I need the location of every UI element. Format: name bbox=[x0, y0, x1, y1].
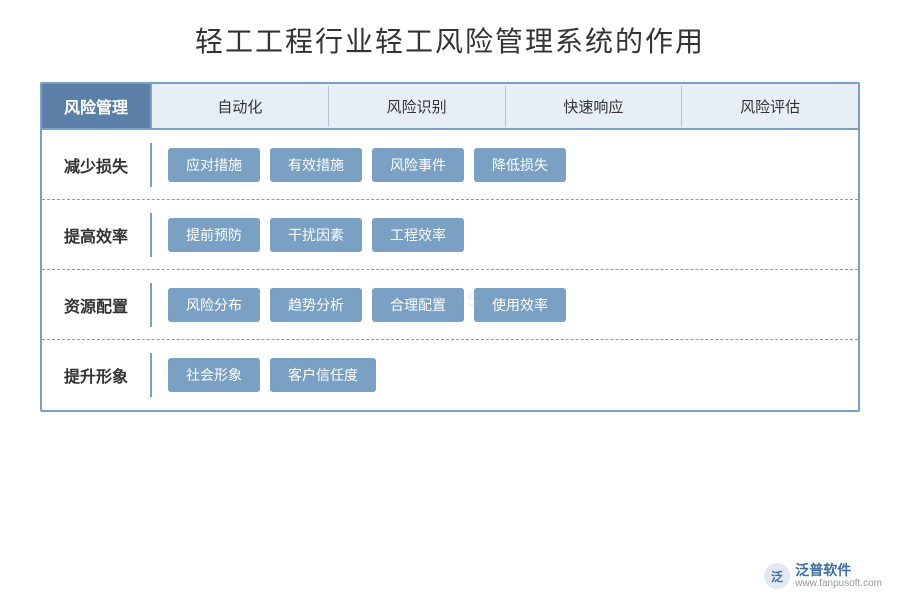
row-tags-0: 应对措施有效措施风险事件降低损失 bbox=[152, 138, 858, 192]
tag-1-0: 提前预防 bbox=[168, 218, 260, 252]
tag-2-3: 使用效率 bbox=[474, 288, 566, 322]
header-tab-3[interactable]: 风险评估 bbox=[682, 86, 858, 127]
logo-area: 泛 泛普软件 www.fanpusoft.com bbox=[763, 562, 882, 590]
header-tabs: 自动化风险识别快速响应风险评估 bbox=[152, 84, 858, 128]
row-label-3: 提升形象 bbox=[42, 353, 152, 397]
logo-sub: www.fanpusoft.com bbox=[795, 578, 882, 589]
tag-1-2: 工程效率 bbox=[372, 218, 464, 252]
tag-2-1: 趋势分析 bbox=[270, 288, 362, 322]
svg-text:泛: 泛 bbox=[771, 569, 783, 584]
tag-0-3: 降低损失 bbox=[474, 148, 566, 182]
header-tab-1[interactable]: 风险识别 bbox=[329, 86, 506, 127]
header-tab-0[interactable]: 自动化 bbox=[152, 86, 329, 127]
data-row-0: 减少损失应对措施有效措施风险事件降低损失 bbox=[42, 130, 858, 200]
row-tags-1: 提前预防干扰因素工程效率 bbox=[152, 208, 858, 262]
tag-0-1: 有效措施 bbox=[270, 148, 362, 182]
main-table: 风险管理 自动化风险识别快速响应风险评估 减少损失应对措施有效措施风险事件降低损… bbox=[40, 82, 860, 412]
logo-main: 泛普软件 bbox=[795, 563, 851, 578]
logo-icon: 泛 bbox=[763, 562, 791, 590]
row-label-0: 减少损失 bbox=[42, 143, 152, 187]
logo-text-block: 泛普软件 www.fanpusoft.com bbox=[795, 563, 882, 589]
row-label-1: 提高效率 bbox=[42, 213, 152, 257]
tag-3-0: 社会形象 bbox=[168, 358, 260, 392]
row-label-2: 资源配置 bbox=[42, 283, 152, 327]
tag-2-0: 风险分布 bbox=[168, 288, 260, 322]
page-wrapper: 轻工工程行业轻工风险管理系统的作用 风险管理 自动化风险识别快速响应风险评估 减… bbox=[0, 0, 900, 600]
data-row-3: 提升形象社会形象客户信任度 bbox=[42, 340, 858, 410]
header-tab-2[interactable]: 快速响应 bbox=[506, 86, 683, 127]
tag-2-2: 合理配置 bbox=[372, 288, 464, 322]
row-tags-3: 社会形象客户信任度 bbox=[152, 348, 858, 402]
header-label: 风险管理 bbox=[42, 84, 152, 128]
main-title: 轻工工程行业轻工风险管理系统的作用 bbox=[195, 20, 705, 60]
data-row-2: 资源配置风险分布趋势分析合理配置使用效率 bbox=[42, 270, 858, 340]
header-row: 风险管理 自动化风险识别快速响应风险评估 bbox=[42, 84, 858, 130]
data-rows-container: 减少损失应对措施有效措施风险事件降低损失提高效率提前预防干扰因素工程效率资源配置… bbox=[42, 130, 858, 410]
tag-0-2: 风险事件 bbox=[372, 148, 464, 182]
row-tags-2: 风险分布趋势分析合理配置使用效率 bbox=[152, 278, 858, 332]
tag-1-1: 干扰因素 bbox=[270, 218, 362, 252]
tag-0-0: 应对措施 bbox=[168, 148, 260, 182]
tag-3-1: 客户信任度 bbox=[270, 358, 376, 392]
data-row-1: 提高效率提前预防干扰因素工程效率 bbox=[42, 200, 858, 270]
